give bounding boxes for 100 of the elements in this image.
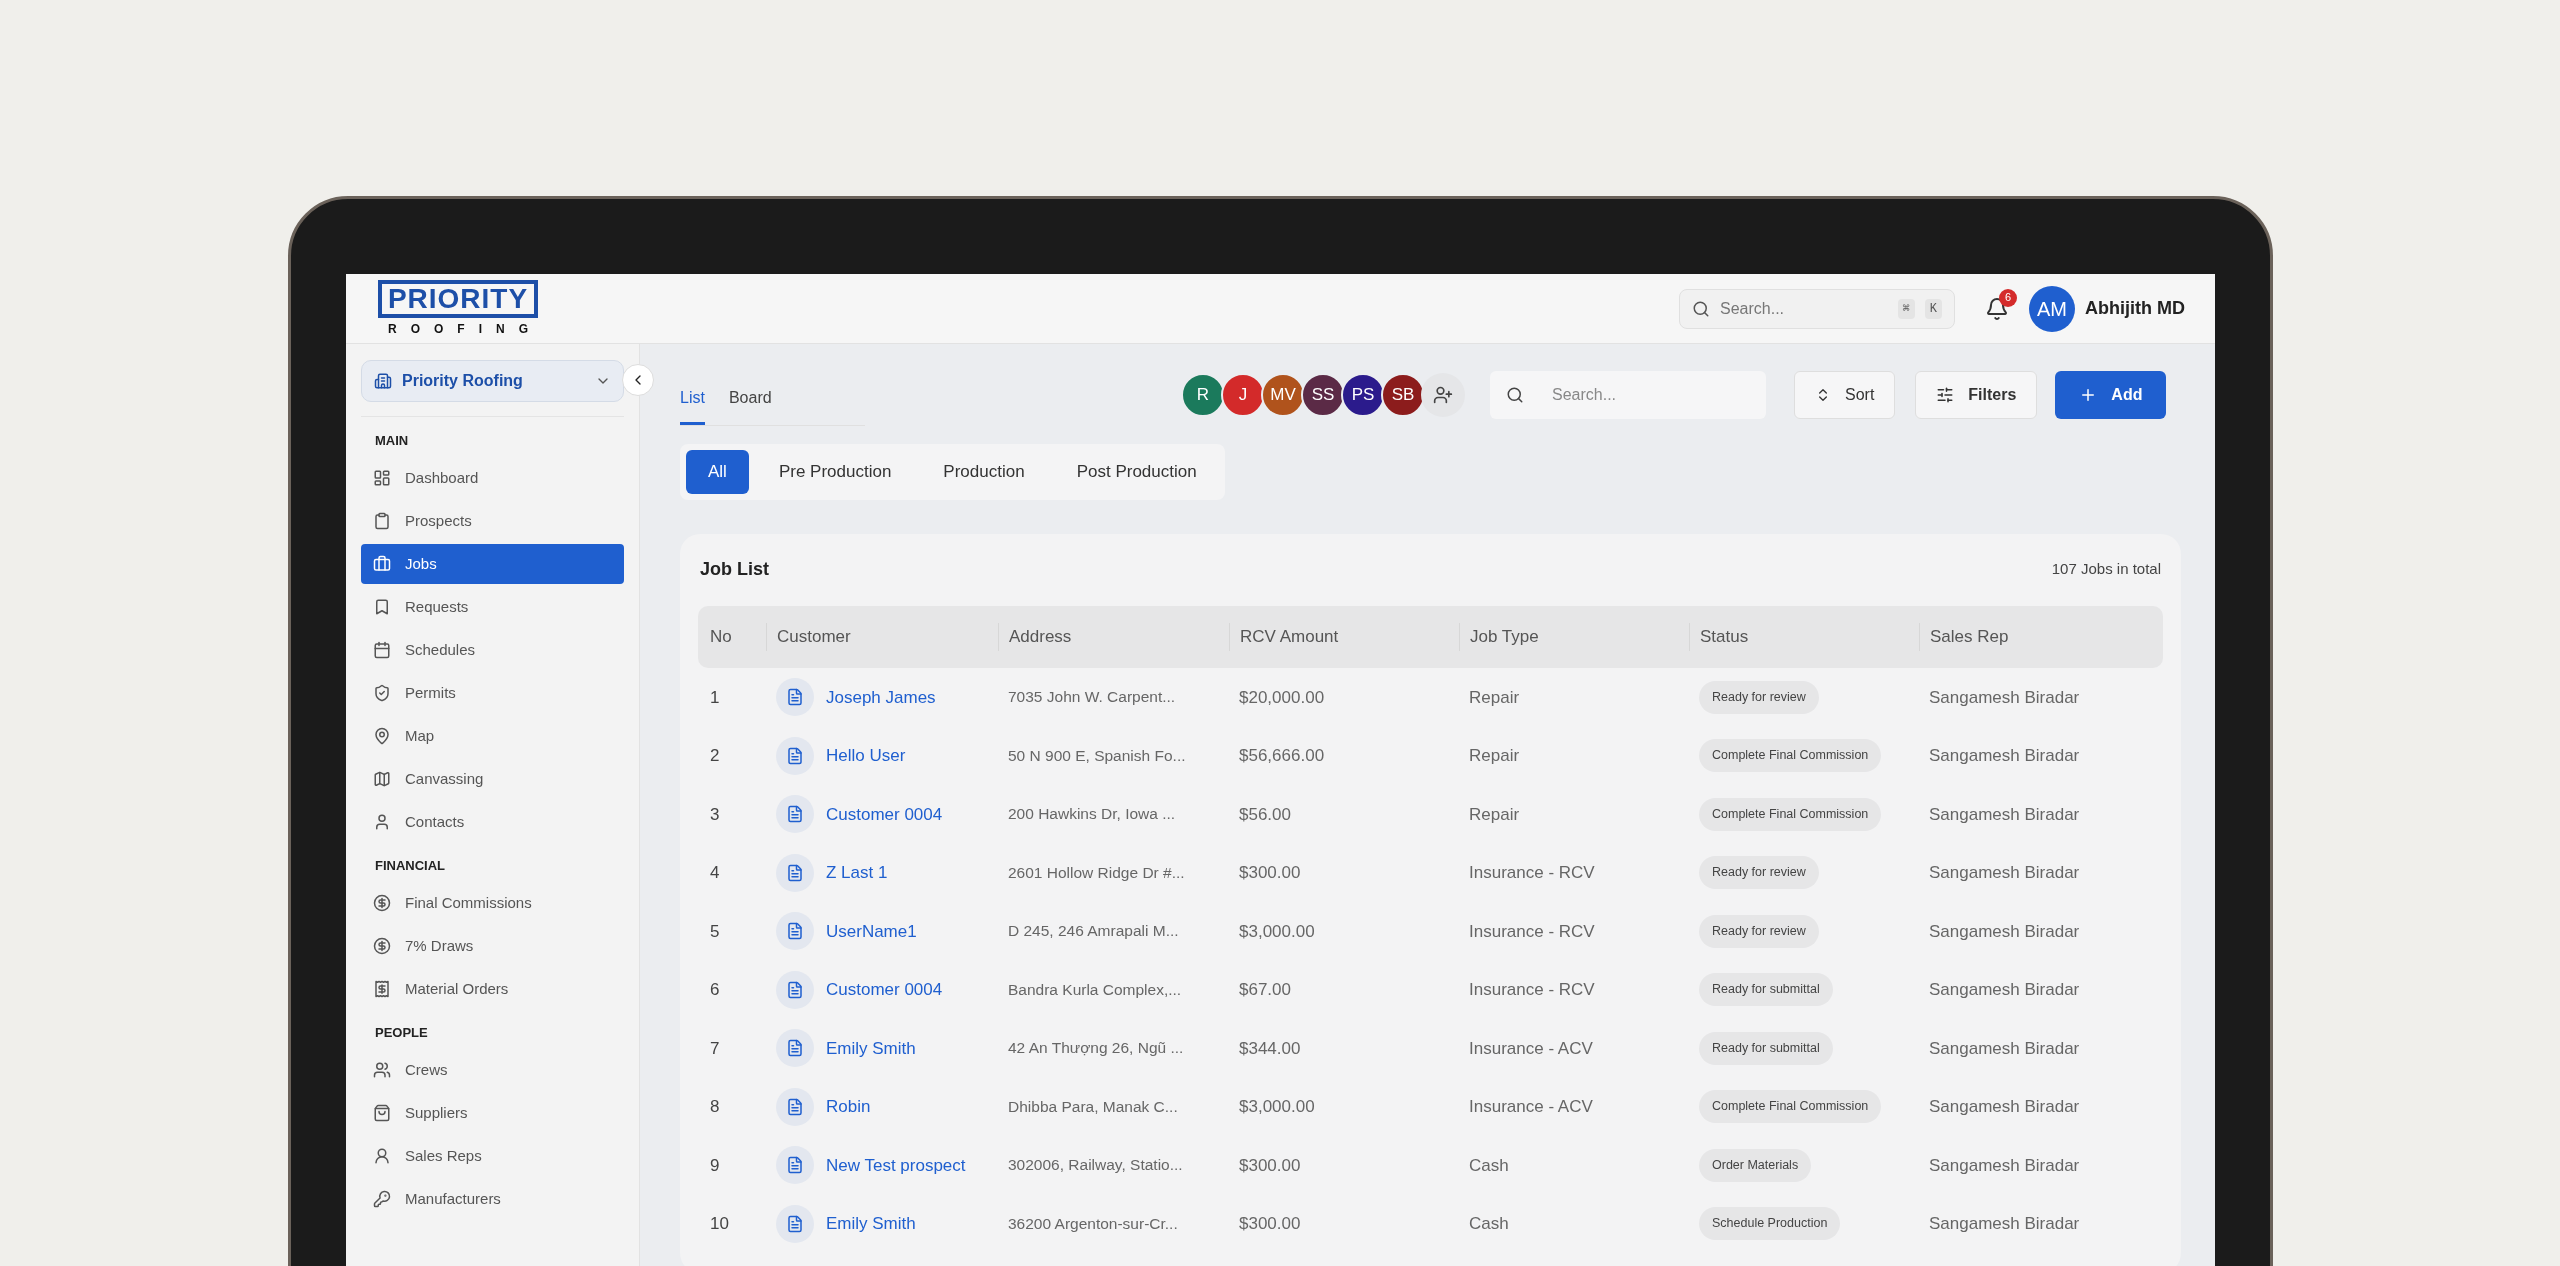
nav-item[interactable]: Contacts — [361, 802, 624, 842]
table-cell: Insurance - ACV — [1469, 1097, 1593, 1116]
assignee-avatar[interactable]: SS — [1301, 373, 1345, 417]
table-cell: Sangamesh Biradar — [1929, 863, 2080, 882]
customer-link[interactable]: Robin — [826, 1094, 871, 1120]
document-icon — [776, 1146, 814, 1185]
customer-link[interactable]: Customer 0004 — [826, 801, 943, 827]
customer-link[interactable]: UserName1 — [826, 918, 917, 944]
nav-item[interactable]: Final Commissions — [361, 883, 624, 923]
customer-link[interactable]: Emily Smith — [826, 1035, 916, 1061]
nav-item[interactable]: Suppliers — [361, 1093, 624, 1133]
table-cell: 200 Hawkins Dr, Iowa ... — [1008, 805, 1176, 823]
table-cell: Cash — [1469, 1155, 1509, 1175]
customer-link[interactable]: Customer 0004 — [826, 977, 943, 1003]
user-name: Abhijith MD — [2085, 297, 2185, 320]
customer-link[interactable]: Z Last 1 — [826, 860, 888, 886]
table-cell: $67.00 — [1239, 980, 1291, 999]
nav-item[interactable]: Permits — [361, 673, 624, 713]
stage-tab[interactable]: All — [686, 450, 749, 494]
status-badge: Complete Final Commission — [1699, 1090, 1882, 1124]
search-field[interactable]: Search... — [1490, 371, 1766, 419]
nav-item[interactable]: Prospects — [361, 501, 624, 541]
stage-tab[interactable]: Production — [921, 450, 1047, 494]
column-header[interactable]: Customer — [777, 624, 851, 650]
assignee-avatar[interactable]: MV — [1261, 373, 1305, 417]
stage-tab[interactable]: Post Production — [1054, 450, 1219, 494]
receipt-icon — [373, 980, 391, 998]
dollar-icon — [373, 937, 391, 955]
column-header[interactable]: RCV Amount — [1240, 624, 1339, 650]
customer-link[interactable]: Hello User — [826, 743, 906, 769]
notification-badge: 6 — [1999, 288, 2017, 307]
table-cell: 2 — [710, 746, 720, 765]
search-input[interactable]: Search... — [1552, 383, 1750, 407]
document-icon — [776, 1204, 814, 1243]
assignee-avatar[interactable]: R — [1181, 373, 1225, 417]
table-cell: $56.00 — [1239, 804, 1291, 824]
column-header[interactable]: Address — [1009, 624, 1072, 650]
nav-item[interactable]: Crews — [361, 1050, 624, 1090]
nav-item[interactable]: 7% Draws — [361, 926, 624, 966]
table-cell: 8 — [710, 1097, 720, 1116]
customer-link[interactable]: Joseph James — [826, 684, 936, 710]
table-cell: 7035 John W. Carpent... — [1008, 688, 1176, 706]
nav-item[interactable]: Manufacturers — [361, 1179, 624, 1219]
column-header[interactable]: Job Type — [1470, 624, 1539, 650]
document-icon — [776, 736, 814, 775]
table-cell: Sangamesh Biradar — [1929, 687, 2080, 707]
shortcut-key: ⌘ — [1897, 298, 1915, 319]
nav-item[interactable]: Material Orders — [361, 969, 624, 1009]
map-pin-icon — [373, 727, 391, 745]
table-cell: 1 — [710, 687, 720, 707]
shortcut-key: K — [1924, 298, 1942, 319]
table-cell: Insurance - ACV — [1469, 1038, 1593, 1058]
filters-button[interactable]: Filters — [1915, 371, 2038, 419]
column-header[interactable]: Status — [1700, 624, 1749, 650]
section-heading: MAIN — [374, 432, 410, 451]
assignee-avatar[interactable]: J — [1221, 373, 1265, 417]
nav-item[interactable]: Schedules — [361, 630, 624, 670]
nav-item[interactable]: Jobs — [361, 544, 624, 584]
status-badge: Complete Final Commission — [1699, 797, 1882, 831]
view-tab[interactable]: Board — [728, 386, 772, 425]
table-cell: $56,666.00 — [1239, 746, 1325, 765]
table-cell: Sangamesh Biradar — [1929, 1038, 2080, 1058]
table-cell: 36200 Argenton-sur-Cr... — [1008, 1214, 1178, 1232]
nav-item[interactable]: Requests — [361, 587, 624, 627]
table-cell: Sangamesh Biradar — [1929, 804, 2080, 824]
filter-icon — [1936, 386, 1955, 404]
stage-tab[interactable]: Pre Production — [756, 450, 914, 494]
nav-item[interactable]: Dashboard — [361, 458, 624, 498]
table-cell: Sangamesh Biradar — [1929, 1214, 2080, 1233]
assignee-avatar[interactable]: PS — [1341, 373, 1385, 417]
nav-item[interactable]: Canvassing — [361, 759, 624, 799]
assignee-avatar[interactable]: SB — [1381, 373, 1425, 417]
section-heading: FINANCIAL — [374, 857, 447, 876]
column-header[interactable]: No — [710, 624, 732, 650]
sort-button[interactable]: Sort — [1794, 371, 1896, 419]
table-cell: Repair — [1469, 746, 1520, 765]
card-title: Job List — [700, 557, 769, 581]
table-cell: 3 — [710, 804, 720, 824]
search-input[interactable]: Search... — [1720, 296, 1888, 321]
search-field[interactable]: Search... ⌘ K — [1679, 288, 1955, 329]
status-badge: Schedule Production — [1699, 1207, 1841, 1241]
document-icon — [776, 795, 814, 834]
customer-link[interactable]: New Test prospect — [826, 1152, 966, 1178]
search-icon — [1506, 386, 1524, 404]
table-cell: $300.00 — [1239, 1214, 1301, 1233]
customer-link[interactable]: Emily Smith — [826, 1211, 916, 1237]
table-cell: Insurance - RCV — [1469, 980, 1595, 999]
search-icon — [1692, 299, 1710, 318]
table-cell: 50 N 900 E, Spanish Fo... — [1008, 746, 1186, 764]
nav-item[interactable]: Sales Reps — [361, 1136, 624, 1176]
company-selector[interactable]: Priority Roofing — [361, 360, 624, 402]
status-badge: Ready for review — [1699, 914, 1819, 948]
add-button[interactable]: Add — [2055, 371, 2167, 419]
table-cell: $344.00 — [1239, 1038, 1301, 1058]
nav-item[interactable]: Map — [361, 716, 624, 756]
user-avatar[interactable]: AM — [2029, 285, 2075, 332]
view-tab[interactable]: List — [680, 386, 705, 425]
column-header[interactable]: Sales Rep — [1930, 624, 2009, 650]
table-cell: Sangamesh Biradar — [1929, 746, 2080, 765]
add-assignee-button[interactable] — [1421, 373, 1465, 417]
